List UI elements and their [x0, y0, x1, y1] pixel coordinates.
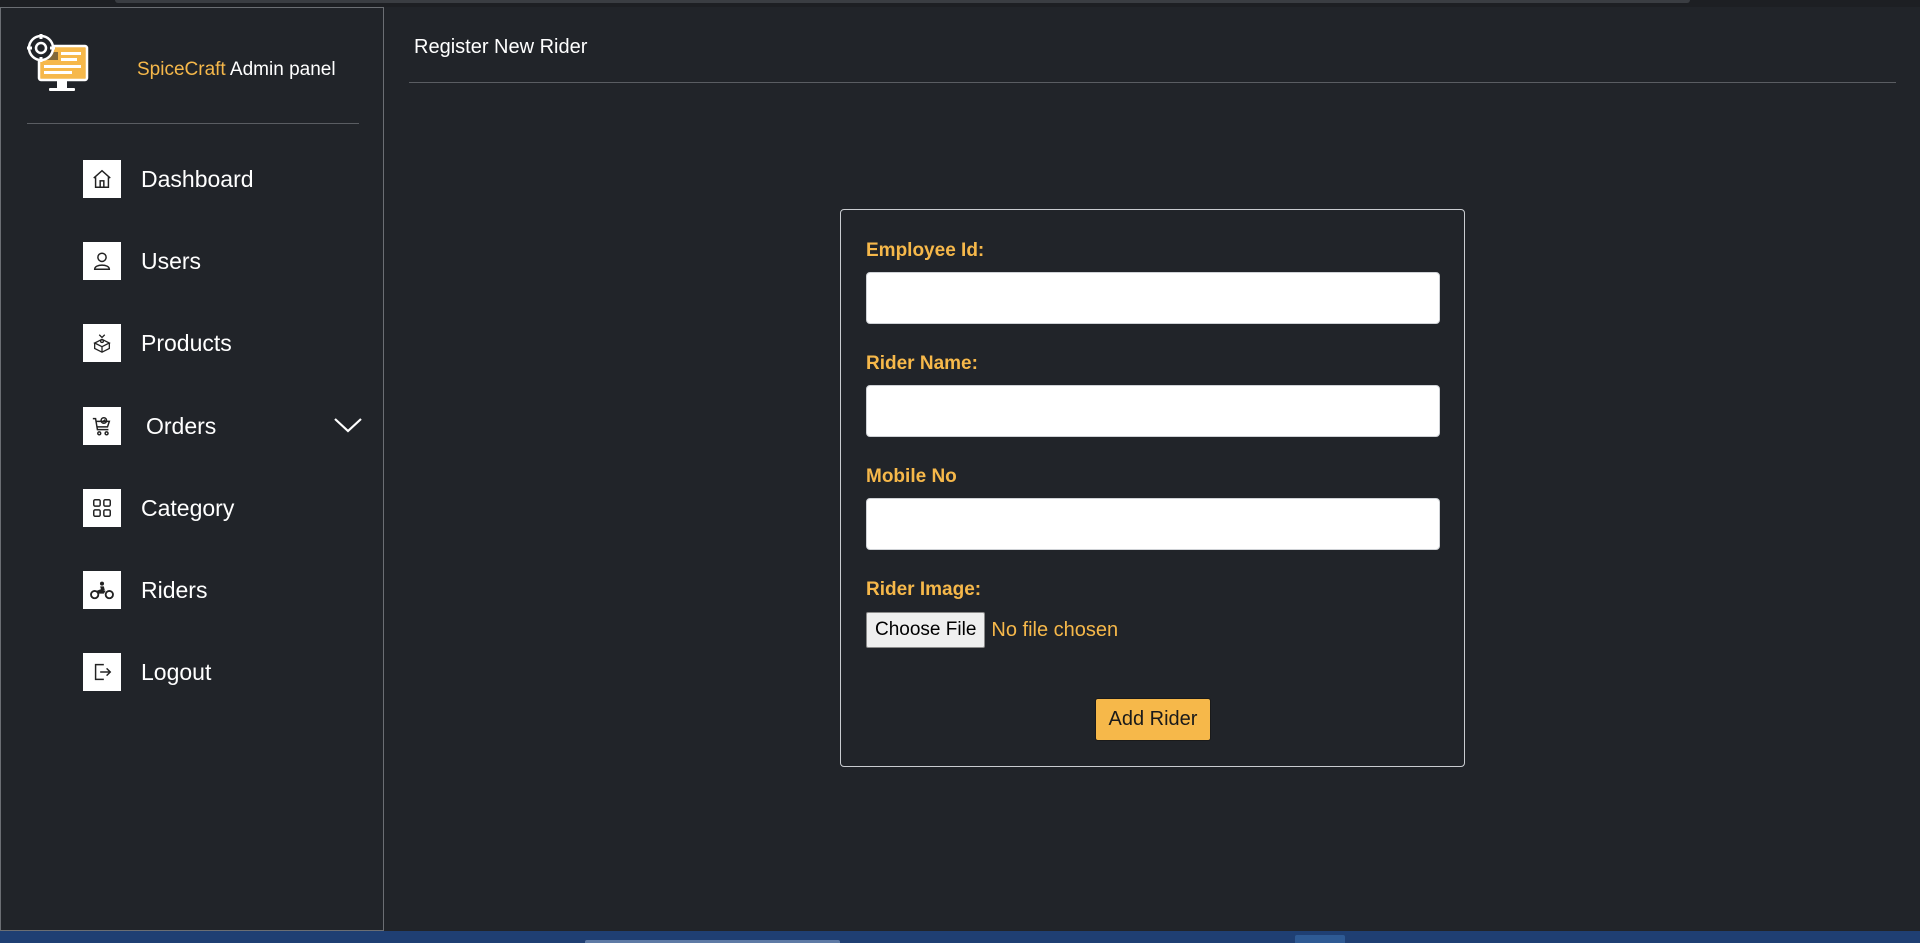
- os-taskbar: [0, 931, 1920, 943]
- sidebar-item-products[interactable]: Products: [83, 324, 363, 362]
- motorcycle-icon: [83, 571, 121, 609]
- package-icon: [83, 324, 121, 362]
- sidebar: SpiceCraft Admin panel Dashboard Users P…: [0, 7, 384, 931]
- sidebar-item-label: Riders: [141, 576, 208, 603]
- file-status-text: No file chosen: [991, 618, 1119, 641]
- mobile-no-field[interactable]: [866, 498, 1440, 550]
- register-rider-form: Employee Id: Rider Name: Mobile No Rider…: [840, 209, 1465, 767]
- grid-icon: [83, 489, 121, 527]
- rider-name-label: Rider Name:: [866, 353, 978, 374]
- sidebar-item-orders[interactable]: Orders: [83, 407, 363, 445]
- sidebar-item-label: Category: [141, 494, 235, 521]
- page-header: Register New Rider: [409, 7, 1896, 83]
- logout-icon: [83, 653, 121, 691]
- rider-name-field[interactable]: [866, 385, 1440, 437]
- shopping-cart-icon: [83, 407, 121, 445]
- rider-image-picker: Choose File No file chosen: [866, 612, 1118, 648]
- sidebar-item-users[interactable]: Users: [83, 242, 363, 280]
- browser-top-strip: [0, 0, 1920, 7]
- sidebar-item-label: Dashboard: [141, 165, 254, 192]
- brand-header: SpiceCraft Admin panel: [27, 34, 359, 124]
- sidebar-item-category[interactable]: Category: [83, 489, 363, 527]
- rider-image-label: Rider Image:: [866, 579, 982, 600]
- sidebar-item-label: Products: [141, 329, 232, 356]
- admin-monitor-logo-icon: [27, 34, 91, 98]
- main-content: Register New Rider Employee Id: Rider Na…: [384, 7, 1920, 931]
- sidebar-item-riders[interactable]: Riders: [83, 571, 363, 609]
- brand-accent-name: SpiceCraft: [137, 59, 226, 80]
- employee-id-label: Employee Id:: [866, 240, 985, 261]
- choose-file-button[interactable]: Choose File: [866, 612, 986, 648]
- home-icon: [83, 160, 121, 198]
- sidebar-item-logout[interactable]: Logout: [83, 653, 363, 691]
- employee-id-field[interactable]: [866, 272, 1440, 324]
- mobile-no-label: Mobile No: [866, 466, 957, 487]
- sidebar-item-label: Users: [141, 247, 202, 274]
- brand-title: SpiceCraft Admin panel: [137, 59, 336, 81]
- sidebar-item-dashboard[interactable]: Dashboard: [83, 160, 363, 198]
- page-title: Register New Rider: [414, 36, 588, 58]
- horizontal-scrollbar[interactable]: [115, 0, 1690, 3]
- add-rider-button[interactable]: Add Rider: [1095, 698, 1211, 741]
- sidebar-item-label: Orders: [146, 412, 217, 439]
- chevron-down-icon[interactable]: [333, 415, 363, 435]
- brand-suffix: Admin panel: [225, 59, 336, 80]
- taskbar-app[interactable]: [1295, 935, 1345, 943]
- user-icon: [83, 242, 121, 280]
- sidebar-item-label: Logout: [141, 658, 212, 685]
